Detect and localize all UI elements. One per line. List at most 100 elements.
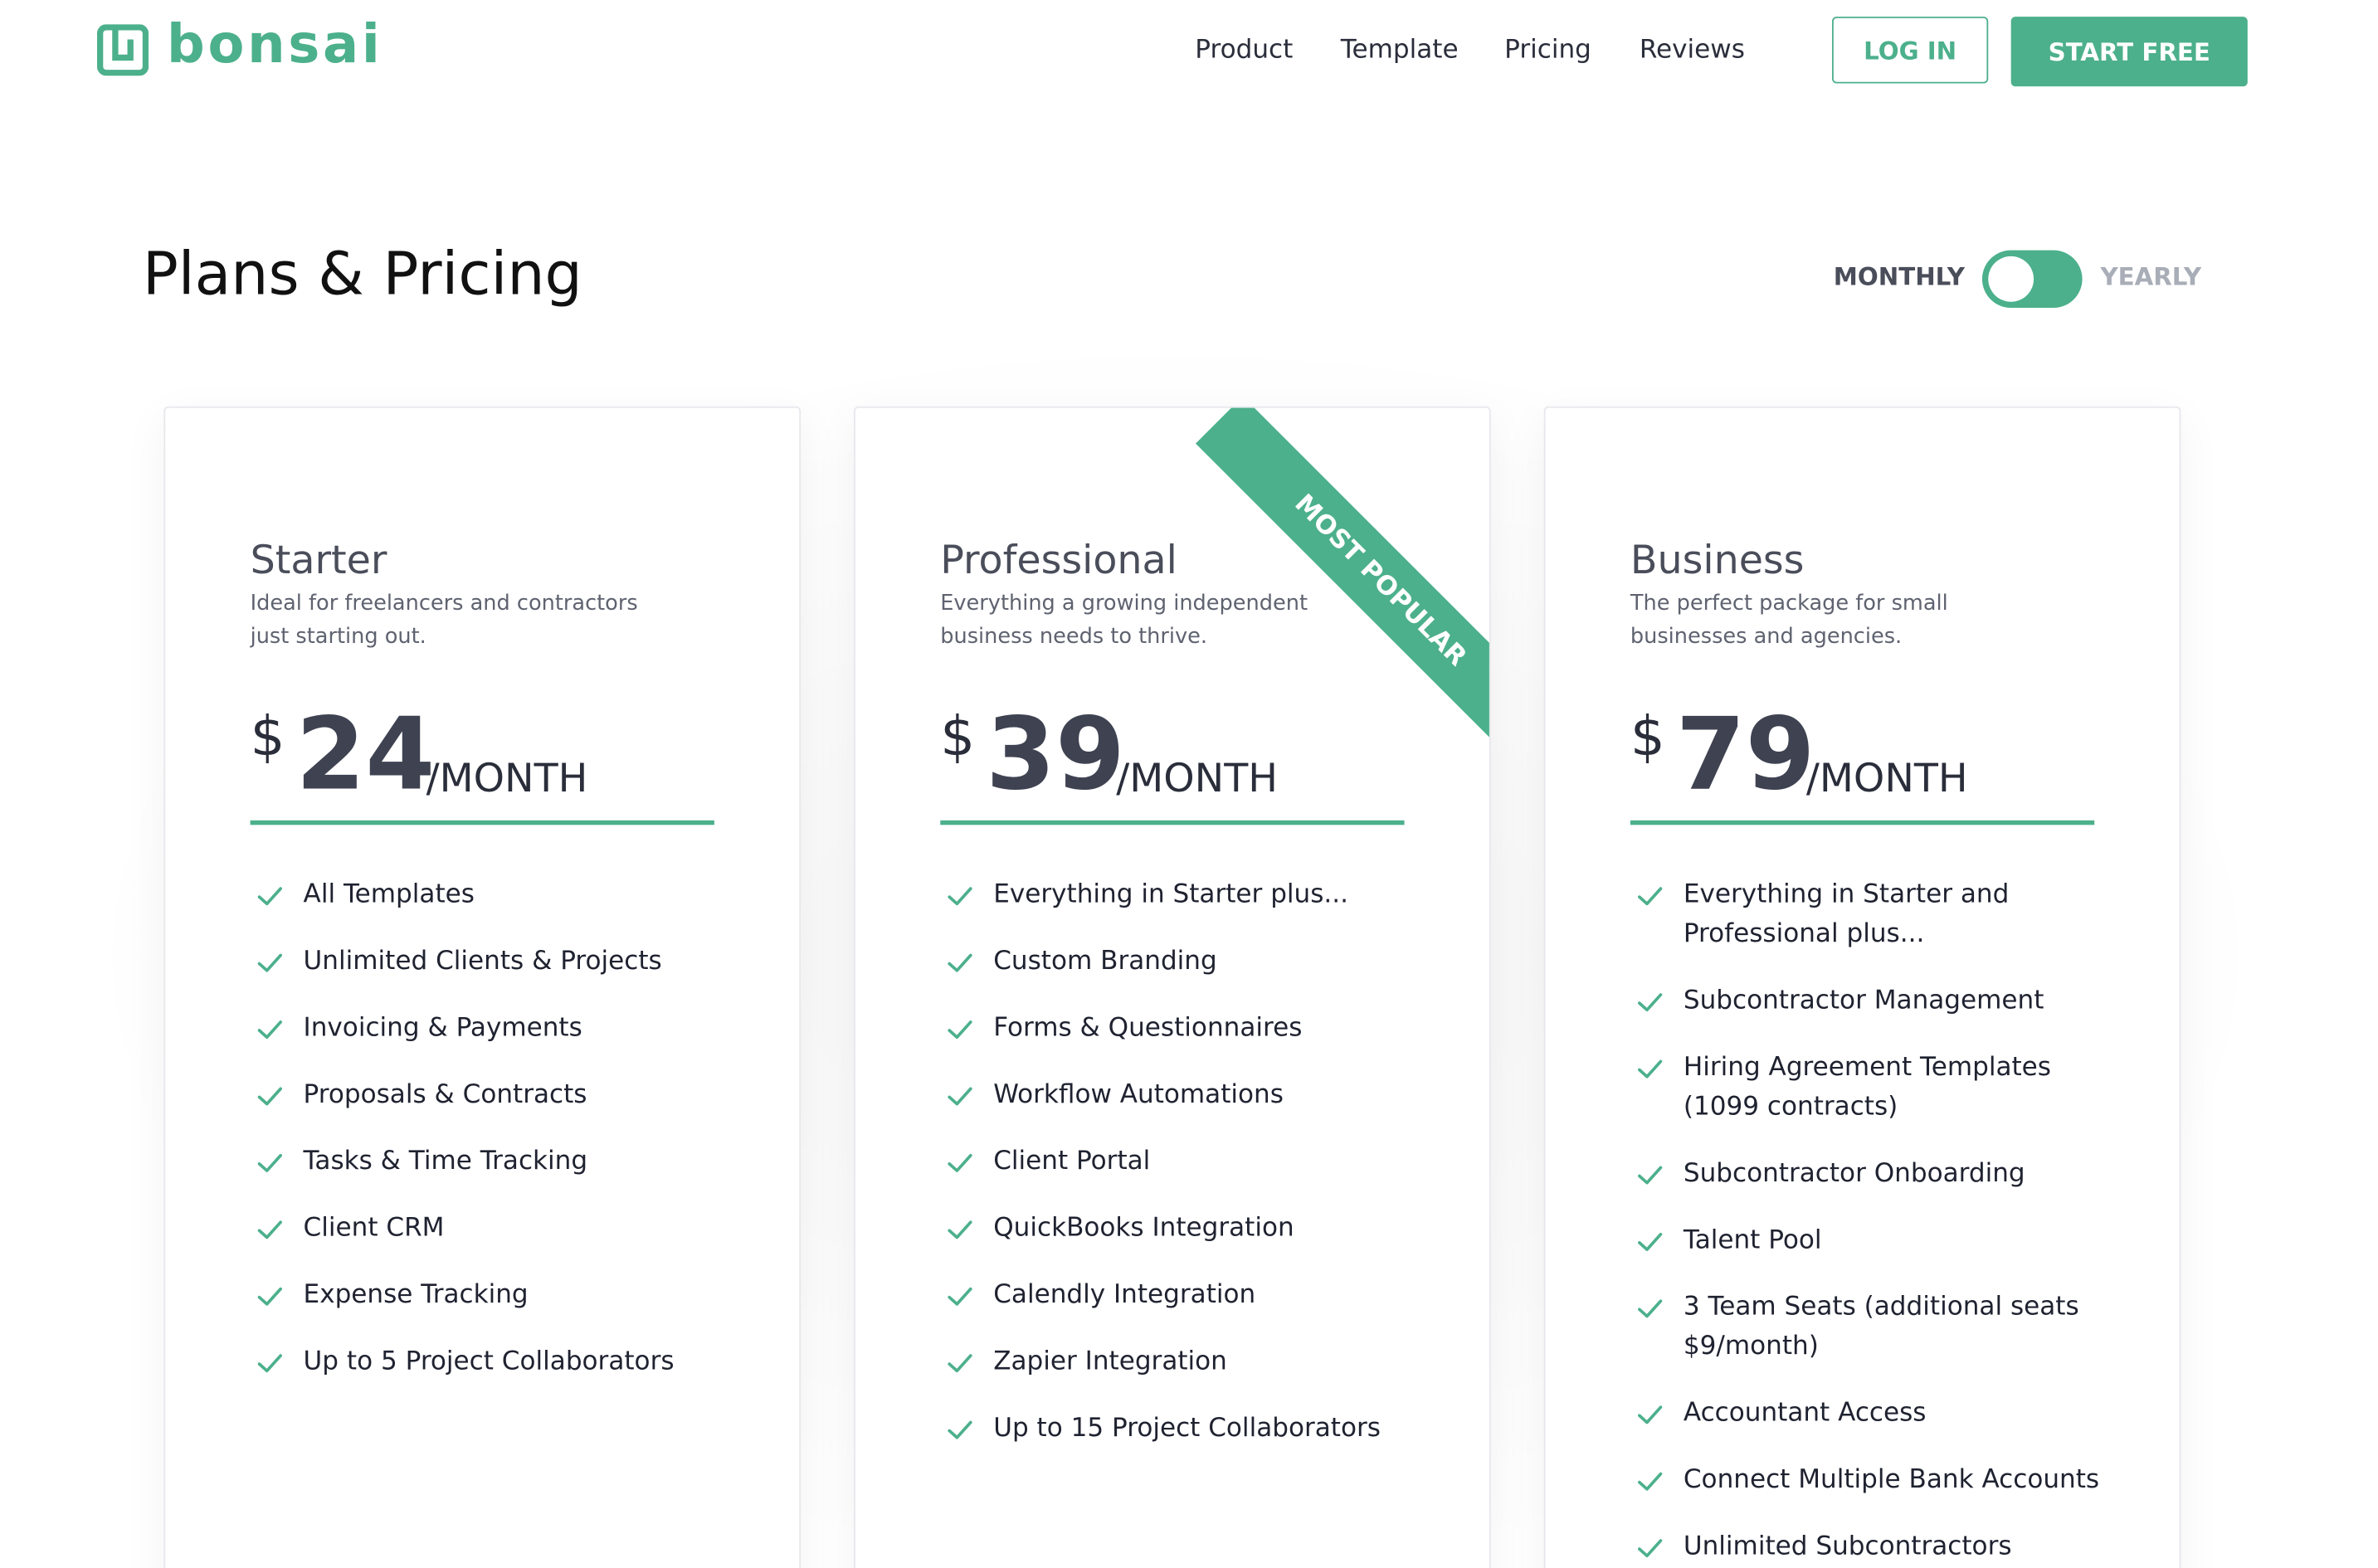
nav-template[interactable]: Template: [1341, 35, 1459, 66]
check-icon: [257, 1020, 282, 1040]
feature-list: Everything in Starter plus... Custom Bran…: [940, 875, 1440, 1476]
check-icon: [257, 953, 282, 972]
plan-description: Everything a growing independent busines…: [940, 591, 1308, 650]
feature-text: Everything in Starter plus...: [993, 879, 1349, 910]
feature-item: Forms & Questionnaires: [940, 1008, 1440, 1048]
price-period: /MONTH: [1116, 757, 1279, 802]
feature-item: QuickBooks Integration: [940, 1209, 1440, 1249]
feature-item: Talent Pool: [1630, 1220, 2131, 1260]
feature-text: Everything in Starter and Professional p…: [1683, 879, 2010, 950]
plan-description: The perfect package for small businesses…: [1630, 591, 1948, 650]
billing-monthly-label[interactable]: MONTHLY: [1834, 262, 1965, 291]
check-icon: [1638, 1405, 1663, 1424]
toggle-knob: [1988, 256, 2034, 302]
feature-text: Proposals & Contracts: [303, 1079, 587, 1110]
price-currency: $: [1630, 706, 1665, 769]
feature-item: Workflow Automations: [940, 1075, 1440, 1115]
check-icon: [948, 1354, 972, 1373]
feature-item: Hiring Agreement Templates (1099 contrac…: [1630, 1048, 2131, 1127]
feature-item: Calendly Integration: [940, 1275, 1440, 1315]
feature-item: Subcontractor Onboarding: [1630, 1154, 2131, 1194]
feature-text: Up to 15 Project Collaborators: [993, 1413, 1381, 1444]
feature-item: Expense Tracking: [251, 1275, 751, 1315]
check-icon: [1638, 1299, 1663, 1318]
feature-text: Connect Multiple Bank Accounts: [1683, 1464, 2100, 1496]
billing-toggle[interactable]: [1981, 250, 2083, 309]
plan-name: Professional: [940, 538, 1177, 584]
plan-description: Ideal for freelancers and contractors ju…: [250, 591, 638, 650]
feature-item: Client Portal: [940, 1142, 1440, 1181]
feature-item: Tasks & Time Tracking: [251, 1142, 751, 1181]
feature-item: Subcontractor Management: [1630, 981, 2131, 1021]
plan-name: Starter: [250, 538, 387, 584]
check-icon: [1638, 1539, 1663, 1558]
check-icon: [948, 953, 972, 972]
feature-item: Client CRM: [251, 1209, 751, 1249]
price-currency: $: [940, 706, 976, 769]
feature-item: Invoicing & Payments: [251, 1008, 751, 1048]
plan-card-professional: MOST POPULAR Professional Everything a g…: [854, 406, 1491, 1568]
feature-text: All Templates: [303, 879, 475, 910]
feature-item: All Templates: [251, 875, 751, 915]
check-icon: [257, 887, 282, 906]
feature-text: Forms & Questionnaires: [993, 1012, 1303, 1044]
plan-card-business: Business The perfect package for small b…: [1543, 406, 2181, 1568]
feature-text: QuickBooks Integration: [993, 1213, 1294, 1244]
check-icon: [948, 1287, 972, 1306]
feature-text: Calendly Integration: [993, 1279, 1256, 1311]
check-icon: [948, 1220, 972, 1239]
check-icon: [1638, 1233, 1663, 1251]
check-icon: [257, 1220, 282, 1239]
check-icon: [1638, 1059, 1663, 1079]
price-divider: [1630, 820, 2095, 825]
check-icon: [257, 1153, 282, 1172]
billing-yearly-label[interactable]: YEARLY: [2101, 262, 2202, 291]
feature-text: Hiring Agreement Templates (1099 contrac…: [1683, 1052, 2051, 1122]
price-period: /MONTH: [426, 757, 588, 802]
check-icon: [948, 1420, 972, 1439]
check-icon: [1638, 1472, 1663, 1491]
feature-text: Expense Tracking: [303, 1279, 529, 1311]
start-free-button[interactable]: START FREE: [2010, 17, 2248, 87]
check-icon: [1638, 993, 1663, 1012]
feature-item: 3 Team Seats (additional seats $9/month): [1630, 1288, 2131, 1366]
nav-product[interactable]: Product: [1195, 35, 1293, 66]
feature-text: Accountant Access: [1683, 1398, 1927, 1429]
nav-pricing[interactable]: Pricing: [1504, 35, 1591, 66]
price-amount: 39: [986, 695, 1125, 813]
check-icon: [948, 887, 972, 906]
login-button[interactable]: LOG IN: [1831, 17, 1989, 84]
feature-item: Up to 15 Project Collaborators: [940, 1409, 1440, 1449]
price-amount: 24: [295, 695, 436, 813]
feature-item: Custom Branding: [940, 942, 1440, 981]
check-icon: [1638, 1166, 1663, 1185]
price-period: /MONTH: [1805, 757, 1968, 802]
feature-text: Unlimited Subcontractors: [1683, 1531, 2012, 1562]
feature-item: Zapier Integration: [940, 1342, 1440, 1382]
check-icon: [948, 1153, 972, 1172]
plan-card-starter: Starter Ideal for freelancers and contra…: [163, 406, 802, 1568]
bonsai-logo-icon[interactable]: [96, 24, 149, 76]
feature-text: Talent Pool: [1683, 1225, 1822, 1256]
feature-text: Client CRM: [303, 1213, 445, 1244]
check-icon: [257, 1354, 282, 1373]
feature-item: Connect Multiple Bank Accounts: [1630, 1460, 2131, 1500]
check-icon: [257, 1287, 282, 1306]
feature-item: Everything in Starter plus...: [940, 875, 1440, 915]
brand-name[interactable]: bonsai: [167, 15, 383, 75]
most-popular-ribbon: MOST POPULAR: [1195, 407, 1489, 766]
feature-list: Everything in Starter and Professional p…: [1630, 875, 2131, 1568]
feature-text: Tasks & Time Tracking: [303, 1146, 588, 1177]
feature-text: Zapier Integration: [993, 1346, 1227, 1377]
check-icon: [257, 1087, 282, 1106]
check-icon: [948, 1087, 972, 1106]
feature-text: 3 Team Seats (additional seats $9/month): [1683, 1292, 2079, 1362]
price-amount: 79: [1675, 695, 1815, 813]
feature-text: Up to 5 Project Collaborators: [303, 1346, 675, 1377]
feature-text: Workflow Automations: [993, 1079, 1284, 1110]
price-divider: [250, 820, 714, 825]
price-divider: [940, 820, 1405, 825]
feature-text: Unlimited Clients & Projects: [303, 946, 662, 977]
feature-text: Client Portal: [993, 1146, 1151, 1177]
nav-reviews[interactable]: Reviews: [1640, 35, 1745, 66]
